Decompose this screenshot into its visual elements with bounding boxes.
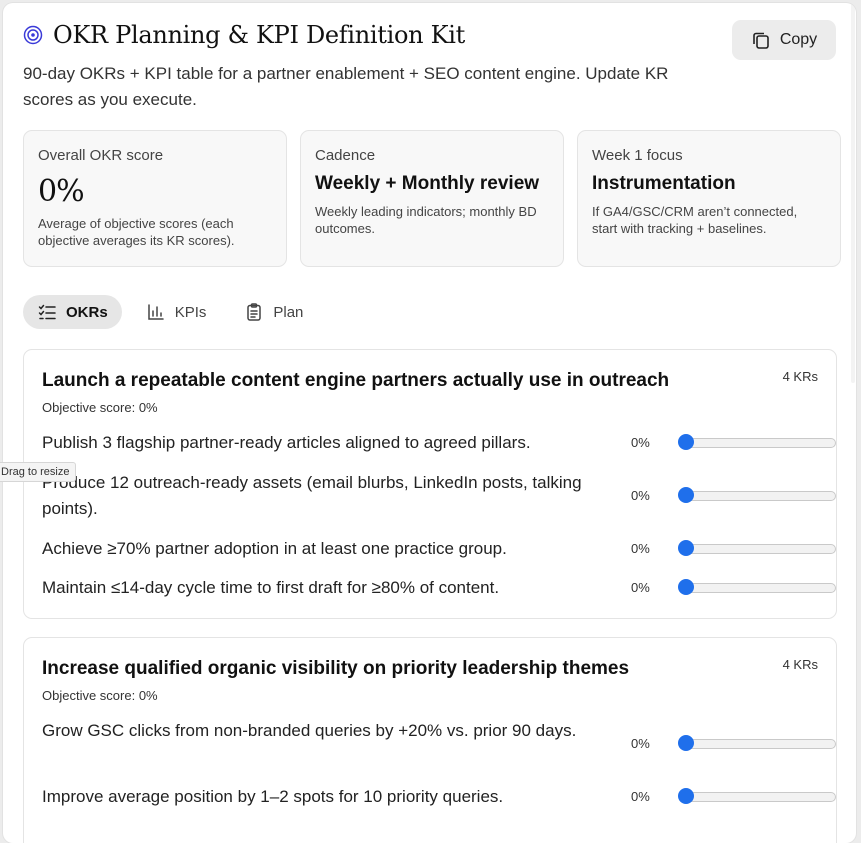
card-label: Overall OKR score <box>38 147 164 164</box>
overall-score-value: 0% <box>38 174 85 209</box>
tab-okrs[interactable]: OKRs <box>23 295 122 329</box>
bar-chart-icon <box>146 302 166 322</box>
scrollbar[interactable] <box>851 3 855 383</box>
overall-score-card: Overall OKR score 0% Average of objectiv… <box>23 130 287 267</box>
title-row: OKR Planning & KPI Definition Kit <box>23 21 836 49</box>
slider-thumb[interactable] <box>678 735 694 751</box>
cadence-value: Weekly + Monthly review <box>315 173 540 194</box>
objective-score: Objective score: 0% <box>42 400 158 415</box>
objective-score: Objective score: 0% <box>42 688 158 703</box>
kr-percent: 0% <box>631 541 650 556</box>
kr-score-slider[interactable] <box>678 487 836 503</box>
kr-percent: 0% <box>631 736 650 751</box>
copy-icon <box>751 30 771 50</box>
kr-text: Maintain ≤14-day cycle time to first dra… <box>42 578 500 597</box>
kr-percent: 0% <box>631 789 650 804</box>
kr-score-slider[interactable] <box>678 579 836 595</box>
app-window: OKR Planning & KPI Definition Kit 90-day… <box>3 3 856 843</box>
clipboard-icon <box>244 302 264 322</box>
card-note: If GA4/GSC/CRM aren’t connected, start w… <box>592 204 798 236</box>
kr-text: Produce 12 outreach-ready assets (email … <box>42 473 582 518</box>
page-subtitle: 90-day OKRs + KPI table for a partner en… <box>23 64 669 109</box>
tab-bar: OKRs KPIs Plan <box>23 295 317 329</box>
copy-label: Copy <box>779 31 818 48</box>
tab-kpis[interactable]: KPIs <box>132 295 221 329</box>
kr-score-slider[interactable] <box>678 788 836 804</box>
slider-thumb[interactable] <box>678 540 694 556</box>
checklist-icon <box>37 302 57 322</box>
week1-focus-value: Instrumentation <box>592 173 736 194</box>
kr-text: Grow GSC clicks from non-branded queries… <box>42 721 577 740</box>
page-title: OKR Planning & KPI Definition Kit <box>53 21 465 49</box>
kr-count: 4 KRs <box>782 369 818 384</box>
objective-title: Increase qualified organic visibility on… <box>42 658 630 679</box>
objective-card: Increase qualified organic visibility on… <box>23 637 837 843</box>
resize-tooltip: Drag to resize <box>0 462 77 482</box>
kr-percent: 0% <box>631 435 650 450</box>
kr-text: Achieve ≥70% partner adoption in at leas… <box>42 539 507 558</box>
tab-label: KPIs <box>174 303 207 321</box>
card-note: Weekly leading indicators; monthly BD ou… <box>315 204 537 236</box>
kr-text: Publish 3 flagship partner-ready article… <box>42 433 531 452</box>
slider-thumb[interactable] <box>678 434 694 450</box>
page-header: OKR Planning & KPI Definition Kit 90-day… <box>23 21 836 113</box>
target-icon <box>23 25 43 45</box>
week1-focus-card: Week 1 focus Instrumentation If GA4/GSC/… <box>577 130 841 267</box>
slider-thumb[interactable] <box>678 579 694 595</box>
kr-score-slider[interactable] <box>678 434 836 450</box>
tab-label: Plan <box>273 303 304 321</box>
card-note: Average of objective scores (each object… <box>38 216 235 248</box>
kr-score-slider[interactable] <box>678 735 836 751</box>
summary-cards: Overall OKR score 0% Average of objectiv… <box>23 130 841 267</box>
slider-thumb[interactable] <box>678 788 694 804</box>
objective-card: Launch a repeatable content engine partn… <box>23 349 837 619</box>
kr-percent: 0% <box>631 488 650 503</box>
card-label: Week 1 focus <box>592 147 683 164</box>
kr-count: 4 KRs <box>782 657 818 672</box>
tab-label: OKRs <box>66 303 108 321</box>
objective-title: Launch a repeatable content engine partn… <box>42 370 670 391</box>
kr-percent: 0% <box>631 580 650 595</box>
slider-thumb[interactable] <box>678 487 694 503</box>
kr-text: Improve average position by 1–2 spots fo… <box>42 787 504 806</box>
copy-button[interactable]: Copy <box>732 20 836 60</box>
card-label: Cadence <box>315 147 376 164</box>
tab-plan[interactable]: Plan <box>230 295 317 329</box>
cadence-card: Cadence Weekly + Monthly review Weekly l… <box>300 130 564 267</box>
kr-score-slider[interactable] <box>678 540 836 556</box>
